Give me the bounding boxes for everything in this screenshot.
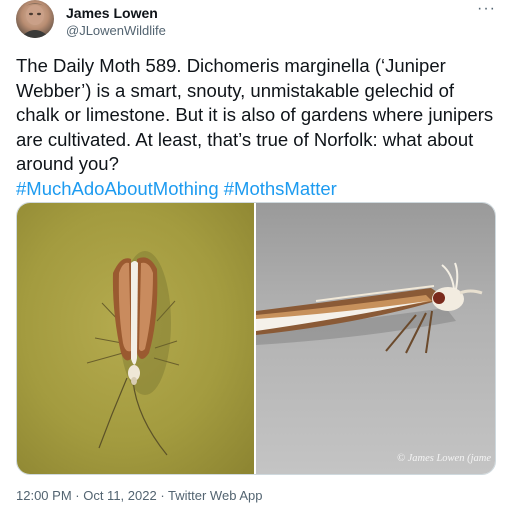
photo-watermark: © James Lowen (jame bbox=[396, 453, 491, 464]
author-handle[interactable]: @JLowenWildlife bbox=[66, 23, 166, 38]
tweet-metadata: 12:00 PM · Oct 11, 2022 · Twitter Web Ap… bbox=[16, 488, 262, 503]
moth-photo-top-view[interactable] bbox=[17, 203, 254, 474]
moth-photo-side-view[interactable]: © James Lowen (jame bbox=[256, 203, 495, 474]
hashtag-mothsmatter[interactable]: #MothsMatter bbox=[224, 178, 337, 199]
author-name[interactable]: James Lowen bbox=[66, 5, 158, 21]
meta-separator: · bbox=[71, 488, 84, 503]
tweet-time[interactable]: 12:00 PM bbox=[16, 488, 72, 503]
tweet-header: James Lowen @JLowenWildlife ··· bbox=[16, 0, 496, 44]
avatar[interactable] bbox=[16, 0, 54, 38]
tweet-text: The Daily Moth 589. Dichomeris marginell… bbox=[16, 55, 494, 174]
more-options-icon[interactable]: ··· bbox=[477, 0, 496, 18]
hashtag-line: #MuchAdoAboutMothing #MothsMatter bbox=[16, 177, 500, 202]
tweet-date[interactable]: Oct 11, 2022 bbox=[83, 488, 156, 503]
tweet-body: The Daily Moth 589. Dichomeris marginell… bbox=[16, 54, 500, 201]
hashtag-muchadoaboutmothing[interactable]: #MuchAdoAboutMothing bbox=[16, 178, 219, 199]
meta-separator: · bbox=[156, 488, 169, 503]
tweet-source[interactable]: Twitter Web App bbox=[168, 488, 262, 503]
media-grid: © James Lowen (jame bbox=[16, 202, 496, 475]
